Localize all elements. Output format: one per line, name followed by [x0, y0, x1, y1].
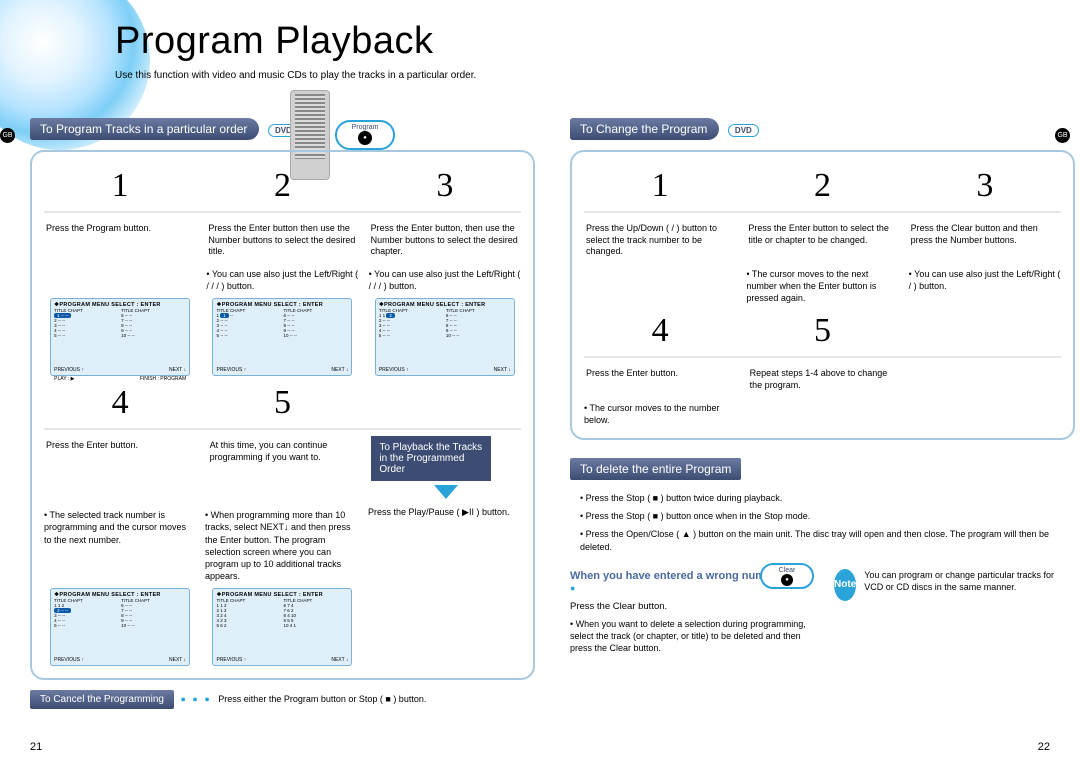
dots-icon: ● ● ● — [180, 694, 211, 704]
step-text: Press the Enter button. — [584, 364, 738, 395]
step-number: 5 — [746, 312, 898, 350]
step-text: At this time, you can continue programmi… — [208, 436, 362, 503]
region-badge-left: GB — [0, 128, 15, 143]
step-text: Press the Enter button. — [44, 436, 198, 503]
page-subtitle: Use this function with video and music C… — [115, 70, 476, 81]
playback-text: Press the Play/Pause ( ▶II ) button. — [366, 503, 521, 582]
step-note: The cursor moves to the number below. — [584, 402, 736, 426]
delete-bullet: Press the Stop ( ■ ) button twice during… — [580, 492, 1073, 504]
osd-screen: ❖PROGRAM MENU SELECT : ENTER TITLE CHAPT… — [50, 588, 190, 666]
step-number: 4 — [44, 384, 196, 422]
osd-screen: ❖PROGRAM MENU SELECT : ENTER TITLE CHAPT… — [212, 588, 352, 666]
program-button-illustration: Program ● — [335, 120, 395, 150]
step-number: 5 — [206, 384, 358, 422]
step-number: 3 — [369, 167, 521, 205]
step-note: You can use also just the Left/Right ( /… — [206, 268, 358, 292]
cancel-title: To Cancel the Programming — [30, 690, 174, 709]
change-steps-panel: 1 2 3 Press the Up/Down ( / ) button to … — [570, 150, 1075, 440]
page-number-left: 21 — [30, 741, 42, 753]
osd-screen: ❖PROGRAM MENU SELECT : ENTER TITLE CHAPT… — [212, 298, 352, 376]
step-text: Press the Enter button, then use the Num… — [369, 219, 521, 262]
osd-screen: ❖PROGRAM MENU SELECT : ENTER TITLE CHAPT… — [50, 298, 190, 376]
cancel-text: Press either the Program button or Stop … — [218, 694, 426, 704]
step-number: 2 — [746, 167, 898, 205]
osd-screen: ❖PROGRAM MENU SELECT : ENTER TITLE CHAPT… — [375, 298, 515, 376]
arrow-down-icon — [434, 485, 458, 499]
step-note: When programming more than 10 tracks, se… — [205, 509, 356, 582]
clear-button-illustration: Clear ● — [760, 563, 814, 589]
step-number: 3 — [909, 167, 1061, 205]
step-note: You can use also just the Left/Right ( /… — [369, 268, 521, 292]
wrong-number-title: When you have entered a wrong number — [570, 569, 782, 583]
footnote-text: You can program or change particular tra… — [864, 569, 1075, 593]
step-text: Press the Clear button and then press th… — [909, 219, 1061, 262]
section-title-program: To Program Tracks in a particular order — [30, 118, 259, 140]
section-title-change: To Change the Program — [570, 118, 719, 140]
wrong-press: Press the Clear button. — [570, 601, 820, 612]
page-number-right: 22 — [1038, 741, 1050, 753]
step-number: 1 — [584, 167, 736, 205]
step-text: Press the Enter button then use the Numb… — [206, 219, 358, 262]
step-text: Press the Enter button to select the tit… — [746, 219, 898, 262]
step-note: The selected track number is programming… — [44, 509, 195, 582]
step-text: Repeat steps 1-4 above to change the pro… — [748, 364, 902, 395]
wrong-note: When you want to delete a selection duri… — [570, 618, 820, 654]
page-title: Program Playback — [115, 20, 433, 63]
step-number: 4 — [584, 312, 736, 350]
delete-bullet: Press the Open/Close ( ▲ ) button on the… — [580, 528, 1073, 552]
playback-callout: To Playback the Tracks in the Programmed… — [371, 436, 491, 481]
step-text: Press the Up/Down ( / ) button to select… — [584, 219, 736, 262]
note-badge: Note — [834, 569, 856, 601]
right-page: To Change the Program DVD 1 2 3 Press th… — [570, 118, 1075, 654]
step-note: You can use also just the Left/Right ( /… — [909, 268, 1061, 304]
delete-title: To delete the entire Program — [570, 458, 741, 480]
dvd-badge: DVD — [728, 124, 759, 137]
step-number: 1 — [44, 167, 196, 205]
step-text: Press the Program button. — [44, 219, 196, 262]
step-number: 2 — [206, 167, 358, 205]
delete-bullet: Press the Stop ( ■ ) button once when in… — [580, 510, 1073, 522]
step-note: The cursor moves to the next number when… — [746, 268, 898, 304]
left-page: To Program Tracks in a particular order … — [30, 118, 535, 709]
program-steps-panel: 1 2 3 Press the Program button. Press th… — [30, 150, 535, 680]
